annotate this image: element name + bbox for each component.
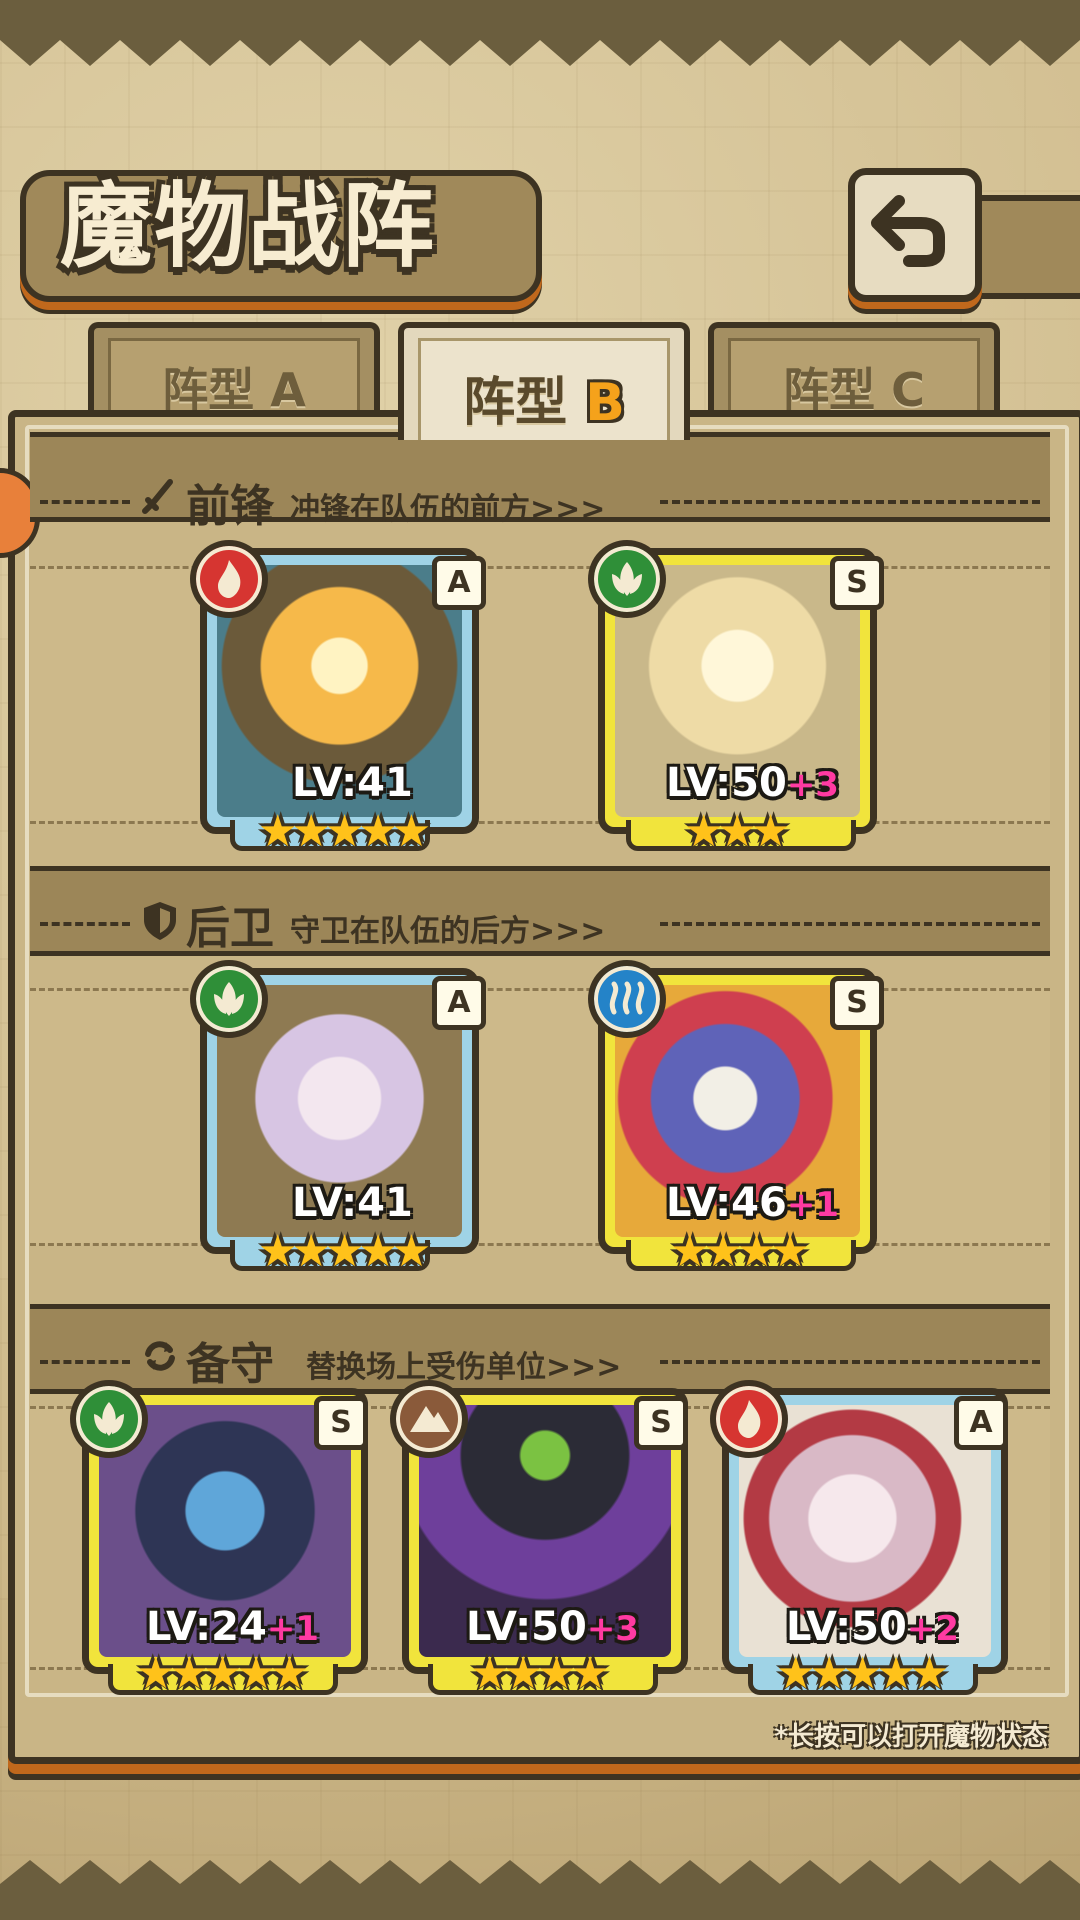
- rank-badge: A: [432, 556, 486, 610]
- row-strip: [30, 988, 1050, 1246]
- shield-icon: [144, 902, 176, 940]
- sword-icon: [142, 479, 173, 514]
- water-element-icon: [588, 960, 666, 1038]
- section-subtitle-rearguard: 守卫在队伍的后方>>>: [290, 914, 606, 949]
- tab-formation-c[interactable]: 阵型 C: [708, 322, 1000, 417]
- star-rating: ★★★★★: [776, 1648, 949, 1699]
- star-rating: ★★★★: [470, 1648, 610, 1699]
- back-button[interactable]: [848, 168, 982, 302]
- leaf-element-icon: [70, 1380, 148, 1458]
- row-strip: [30, 566, 1050, 824]
- level-label: LV:46+1: [666, 1180, 839, 1226]
- level-label: LV:24+1: [146, 1604, 319, 1650]
- fire-element-icon: [190, 540, 268, 618]
- section-subtitle-reserve: 替换场上受伤单位>>>: [306, 1350, 622, 1385]
- fire-element-icon: [710, 1380, 788, 1458]
- rank-badge: S: [634, 1396, 688, 1450]
- rank-badge: S: [830, 976, 884, 1030]
- star-rating: ★★★★★: [258, 806, 431, 857]
- back-arrow-icon: [871, 195, 945, 267]
- level-label: LV:41: [292, 1180, 413, 1226]
- page-title: 魔物战阵: [60, 172, 437, 280]
- star-rating: ★★★★: [670, 1226, 810, 1277]
- section-subtitle-vanguard: 冲锋在队伍的前方>>>: [290, 492, 606, 527]
- tab-formation-b[interactable]: 阵型 B: [398, 322, 690, 440]
- level-label: LV:41: [292, 760, 413, 806]
- rank-badge: A: [432, 976, 486, 1030]
- level-label: LV:50+3: [466, 1604, 639, 1650]
- star-rating: ★★★★★: [136, 1648, 309, 1699]
- hint-text: *长按可以打开魔物状态: [774, 1722, 1048, 1752]
- tab-formation-a[interactable]: 阵型 A: [88, 322, 380, 417]
- star-rating: ★★★: [684, 806, 790, 857]
- level-label: LV:50+3: [666, 760, 839, 806]
- tab-label: 阵型 B: [463, 373, 625, 433]
- rank-badge: S: [314, 1396, 368, 1450]
- rank-badge: A: [954, 1396, 1008, 1450]
- star-rating: ★★★★★: [258, 1226, 431, 1277]
- swap-icon: [145, 1341, 175, 1371]
- rank-badge: S: [830, 556, 884, 610]
- mountain-element-icon: [390, 1380, 468, 1458]
- section-title-reserve: 备守: [186, 1339, 274, 1390]
- leaf-element-icon: [190, 960, 268, 1038]
- level-label: LV:50+2: [786, 1604, 959, 1650]
- section-title-rearguard: 后卫: [186, 903, 274, 954]
- leaf-element-icon: [588, 540, 666, 618]
- section-title-vanguard: 前锋: [186, 481, 274, 532]
